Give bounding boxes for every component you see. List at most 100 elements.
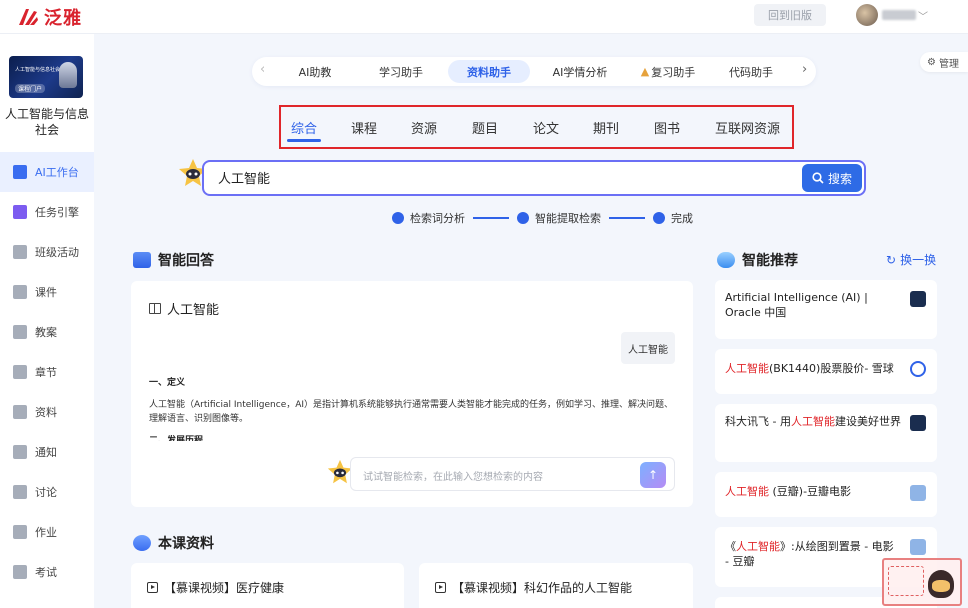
ai-icon (13, 165, 27, 179)
mascot-graphic (928, 570, 954, 598)
section-title: 智能推荐 (742, 253, 798, 269)
followup-input[interactable]: 试试智能检索，在此输入您想检索的内容 (363, 468, 543, 483)
category-tab-paper[interactable]: 论文 (533, 118, 559, 137)
search-icon (517, 212, 529, 224)
recommend-text: 科大讯飞 - 用 (725, 415, 791, 428)
recommend-highlight: 人工智能 (725, 362, 769, 375)
search-input[interactable] (218, 170, 778, 185)
chevron-left-icon[interactable]: ‹ (260, 62, 265, 77)
material-card[interactable]: 【慕课视频】医疗健康 (131, 563, 404, 608)
douban-site-icon (910, 485, 926, 501)
category-tab-internet[interactable]: 互联网资源 (715, 118, 780, 137)
tab-ai-assistant[interactable]: AI助教 (282, 60, 348, 83)
sidebar-item-label: 资料 (35, 406, 57, 419)
sidebar-item-label: 班级活动 (35, 246, 79, 259)
sidebar-item-homework[interactable]: 作业 (0, 512, 94, 552)
tab-review-assistant[interactable]: ▲ 复习助手 (634, 60, 702, 83)
task-icon (13, 205, 27, 219)
sidebar-item-label: 通知 (35, 446, 57, 459)
cover-portal-label: 课程门户 (15, 84, 46, 93)
discussion-icon (13, 485, 27, 499)
recommend-title: 《人工智能》:从绘图到置景 - 电影 - 豆瓣 (725, 539, 901, 569)
search-progress: 检索词分析 智能提取检索 完成 (392, 210, 693, 226)
recommend-text: (BK1440)股票股价- 雪球 (769, 362, 894, 375)
category-tab-book[interactable]: 图书 (654, 118, 680, 137)
recommend-item[interactable]: 人工智能 (豆瓣)-豆瓣电影 (715, 472, 937, 517)
recommend-item[interactable]: Artificial Intelligence (AI) | Oracle 中国 (715, 280, 937, 339)
tab-study-assistant[interactable]: 学习助手 (364, 60, 438, 83)
step-label: 智能提取检索 (535, 212, 601, 225)
oracle-site-icon (910, 291, 926, 307)
recommend-text: 建设美好世界 (834, 415, 901, 428)
tab-material-assistant[interactable]: 资料助手 (448, 60, 530, 83)
refresh-label: 换一换 (900, 253, 937, 267)
refresh-button[interactable]: ↻ 换一换 (886, 251, 936, 268)
refresh-icon: ↻ (886, 252, 897, 267)
sidebar-item-ai-workbench[interactable]: AI工作台 (0, 152, 94, 192)
search-button-label: 搜索 (827, 171, 852, 186)
manage-button[interactable]: ⚙ 管理 (920, 52, 968, 72)
user-query-bubble: 人工智能 (621, 332, 675, 364)
sidebar-item-label: 考试 (35, 566, 57, 579)
sidebar-nav: AI工作台 任务引擎 班级活动 课件 教案 章节 资料 通知 讨论 作业 考试 (0, 152, 94, 592)
username-blurred[interactable] (882, 10, 916, 20)
step-label: 完成 (671, 212, 693, 225)
material-label: 【慕课视频】医疗健康 (147, 579, 284, 596)
answer-heading: 一、定义 (149, 378, 186, 388)
manage-label: 管理 (938, 58, 959, 70)
category-tab-resource[interactable]: 资源 (411, 118, 437, 137)
sidebar-item-chapter[interactable]: 章节 (0, 352, 94, 392)
chevron-right-icon[interactable]: › (802, 62, 807, 77)
sidebar-item-label: 任务引擎 (35, 206, 79, 219)
recommend-title: 科大讯飞 - 用人工智能建设美好世界 (725, 414, 901, 429)
avatar[interactable] (856, 4, 878, 26)
answer-icon (133, 252, 151, 268)
smart-answer-header: 智能回答 (133, 250, 214, 270)
search-bar: 搜索 (202, 160, 866, 196)
material-title: 【慕课视频】医疗健康 (164, 581, 285, 595)
course-cover-image[interactable]: 人工智能与信息社会 课程门户 (9, 56, 83, 98)
material-card[interactable]: 【慕课视频】科幻作品的人工智能 (419, 563, 693, 608)
sidebar-item-courseware[interactable]: 课件 (0, 272, 94, 312)
sidebar-item-label: 章节 (35, 366, 57, 379)
notice-icon (13, 445, 27, 459)
search-button[interactable]: 搜索 (802, 164, 862, 192)
sidebar-item-exam[interactable]: 考试 (0, 552, 94, 592)
followup-search-field[interactable]: 试试智能检索，在此输入您想检索的内容 ↑ (350, 457, 675, 491)
materials-icon (133, 535, 151, 551)
chevron-down-icon[interactable]: ﹀ (918, 8, 928, 23)
recommend-item[interactable]: 人工智能(BK1440)股票股价- 雪球 (715, 349, 937, 394)
tab-code-assistant[interactable]: 代码助手 (718, 60, 784, 83)
sidebar-item-discussion[interactable]: 讨论 (0, 472, 94, 512)
category-tab-question[interactable]: 题目 (472, 118, 498, 137)
section-title: 智能回答 (158, 253, 214, 269)
step-connector (473, 217, 509, 219)
sidebar-item-lesson-plan[interactable]: 教案 (0, 312, 94, 352)
sidebar-item-task-engine[interactable]: 任务引擎 (0, 192, 94, 232)
top-bar: 泛雅 回到旧版 ﹀ (0, 0, 968, 34)
category-tab-journal[interactable]: 期刊 (593, 118, 619, 137)
douban-site-icon (910, 539, 926, 555)
step-connector (609, 217, 645, 219)
category-tab-all[interactable]: 综合 (291, 118, 317, 137)
answer-title: 人工智能 (149, 299, 219, 318)
sidebar-item-class-activity[interactable]: 班级活动 (0, 232, 94, 272)
watermark-logo (882, 558, 962, 606)
send-arrow-icon[interactable]: ↑ (640, 462, 666, 488)
answer-heading-partial: 二、发展历程 (149, 436, 204, 441)
sidebar-item-materials[interactable]: 资料 (0, 392, 94, 432)
recommend-highlight: 人工智能 (790, 415, 835, 428)
recommend-item[interactable]: 科大讯飞 - 用人工智能建设美好世界 (715, 404, 937, 462)
recommend-title: 人工智能 (豆瓣)-豆瓣电影 (725, 484, 901, 499)
brand-name: 泛雅 (44, 8, 82, 29)
exam-icon (13, 565, 27, 579)
brand-logo[interactable]: 泛雅 (16, 4, 82, 30)
sidebar-item-label: 课件 (35, 286, 57, 299)
sidebar-item-notice[interactable]: 通知 (0, 432, 94, 472)
tab-ai-analytics[interactable]: AI学情分析 (542, 60, 618, 83)
category-tab-course[interactable]: 课程 (351, 118, 377, 137)
search-icon (812, 172, 824, 184)
brand-logo-icon (19, 9, 38, 25)
answer-paragraph: 人工智能（Artificial Intelligence，AI）是指计算机系统能… (149, 400, 674, 424)
old-version-button[interactable]: 回到旧版 (754, 4, 826, 26)
